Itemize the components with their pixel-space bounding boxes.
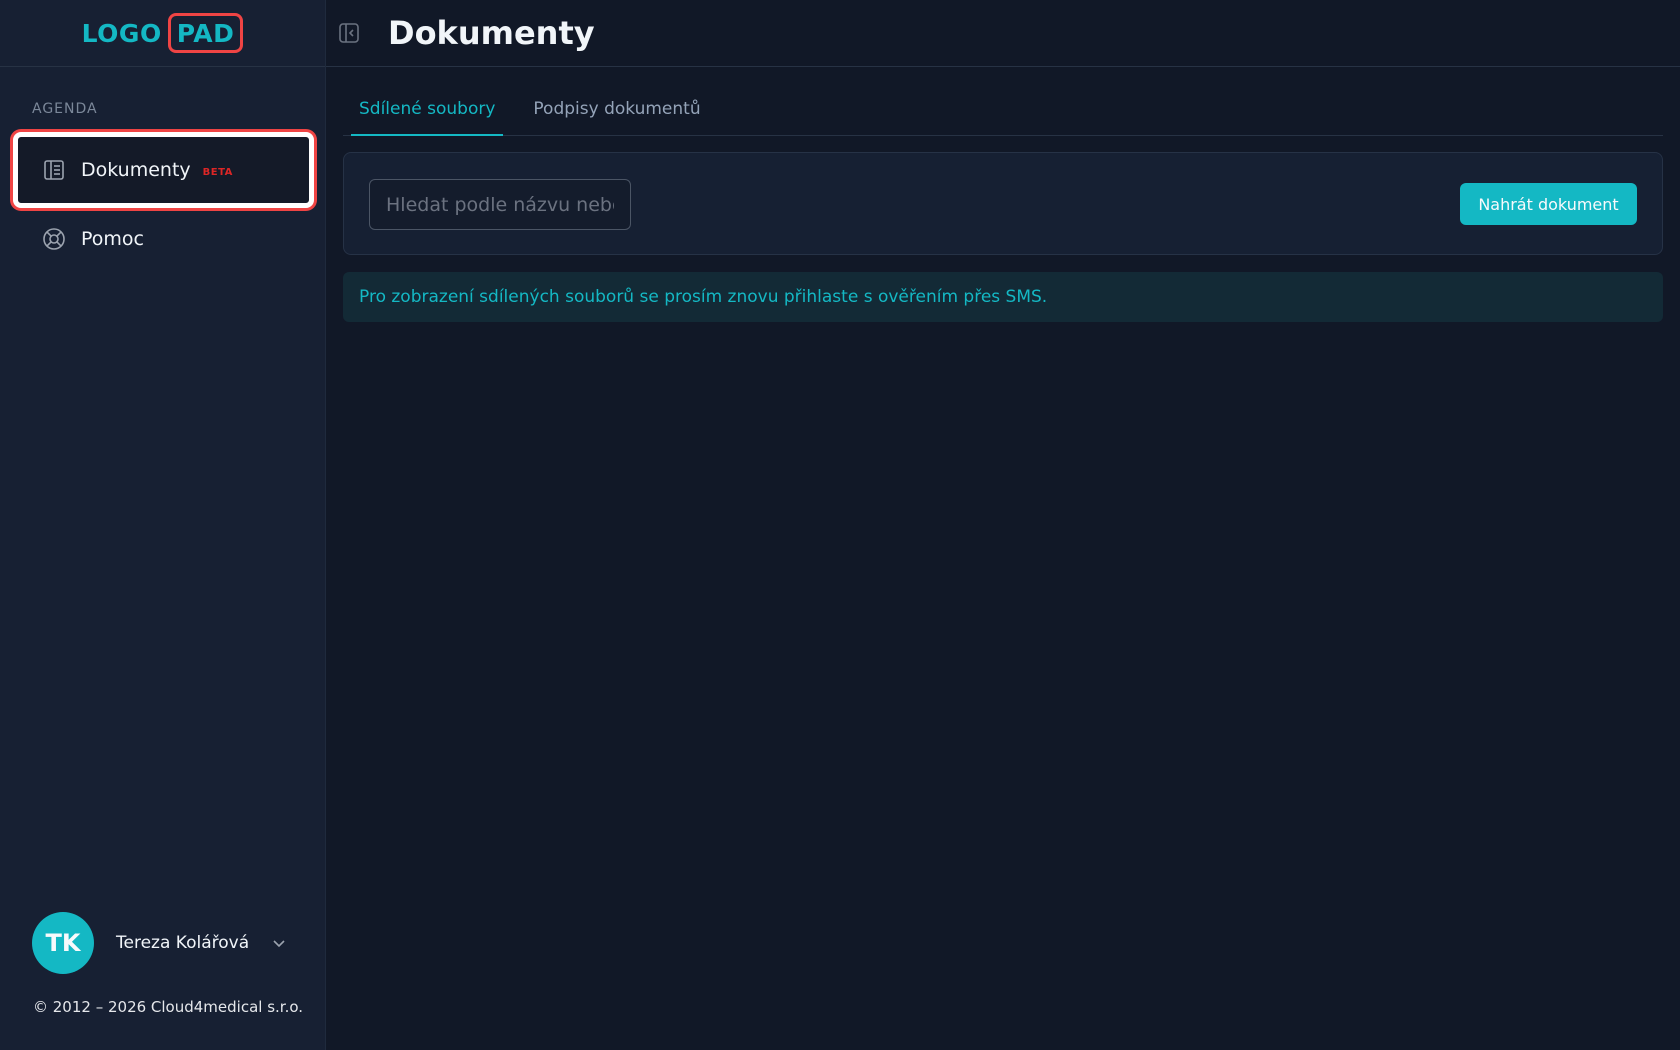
upload-document-button[interactable]: Nahrát dokument bbox=[1460, 183, 1637, 225]
tab-podpisy-dokumentu[interactable]: Podpisy dokumentů bbox=[529, 84, 704, 135]
sidebar-item-label: Pomoc bbox=[81, 228, 144, 250]
sidebar-collapse-icon[interactable] bbox=[336, 20, 362, 46]
copyright: © 2012 – 2026 Cloud4medical s.r.o. bbox=[33, 998, 304, 1016]
logo-text-left: LOGO bbox=[81, 18, 162, 48]
toolbar-card: Nahrát dokument bbox=[343, 152, 1663, 255]
search-input[interactable] bbox=[369, 179, 631, 230]
avatar: TK bbox=[32, 912, 94, 974]
sidebar: LOGO PAD AGENDA Dokumenty BETA Pomoc TK … bbox=[0, 0, 326, 1050]
beta-badge: BETA bbox=[202, 166, 233, 178]
logo-bar: LOGO PAD bbox=[0, 0, 325, 67]
sidebar-item-dokumenty[interactable]: Dokumenty BETA bbox=[13, 132, 314, 208]
tabs: Sdílené soubory Podpisy dokumentů bbox=[343, 84, 1663, 136]
info-alert: Pro zobrazení sdílených souborů se prosí… bbox=[343, 272, 1663, 322]
page-title: Dokumenty bbox=[388, 14, 595, 52]
chevron-down-icon[interactable] bbox=[271, 935, 287, 951]
sidebar-item-pomoc[interactable]: Pomoc bbox=[13, 201, 314, 277]
document-list-icon bbox=[41, 157, 67, 183]
topbar: Dokumenty bbox=[326, 0, 1680, 67]
user-menu[interactable]: TK Tereza Kolářová bbox=[32, 912, 287, 974]
logo[interactable]: LOGO PAD bbox=[82, 13, 244, 53]
tab-sdilene-soubory[interactable]: Sdílené soubory bbox=[350, 84, 504, 136]
section-label-agenda: AGENDA bbox=[32, 101, 98, 117]
sidebar-item-label: Dokumenty bbox=[81, 159, 191, 181]
user-name: Tereza Kolářová bbox=[116, 933, 250, 953]
lifebuoy-icon bbox=[41, 226, 67, 252]
logo-text-right: PAD bbox=[167, 13, 244, 53]
